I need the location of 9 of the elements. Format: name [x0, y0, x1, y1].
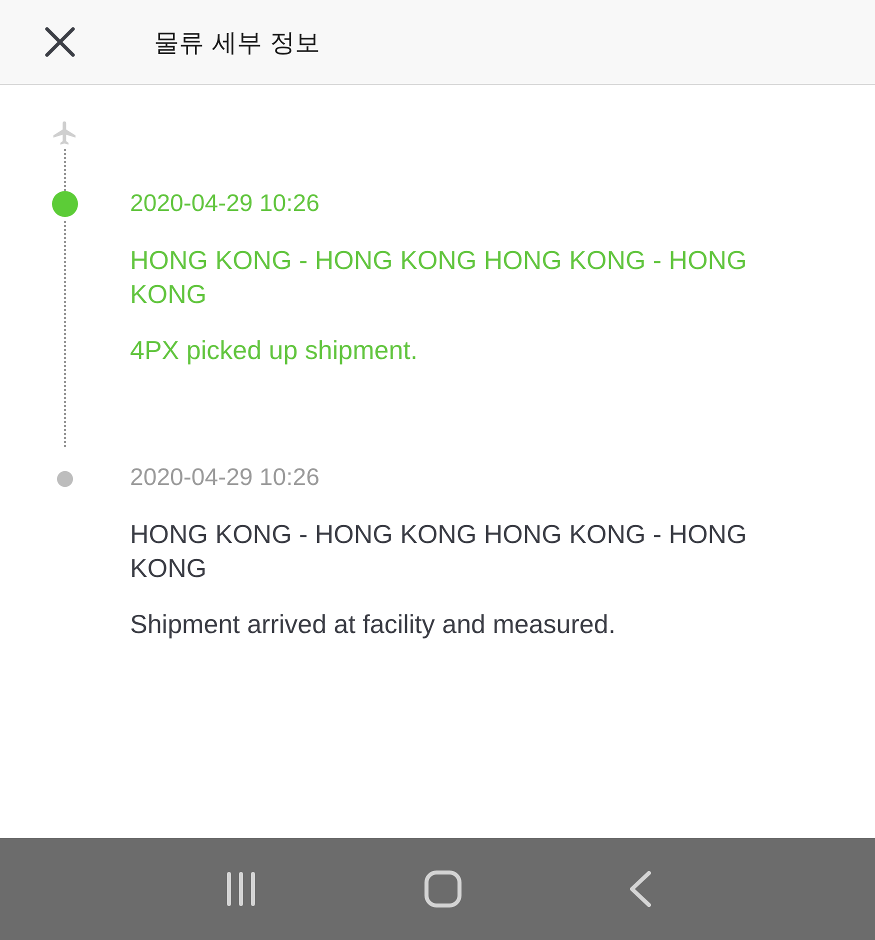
close-icon: [44, 26, 76, 58]
event-date: 2020-04-29 10:26: [130, 189, 320, 219]
home-icon[interactable]: [424, 870, 462, 908]
event-date: 2020-04-29 10:26: [130, 463, 320, 493]
event-location: HONG KONG - HONG KONG HONG KONG - HONG KONG: [130, 244, 748, 311]
event-message: Shipment arrived at facility and measured.: [130, 608, 617, 641]
event-message: 4PX picked up shipment.: [130, 334, 419, 367]
event-location: HONG KONG - HONG KONG HONG KONG - HONG KONG: [130, 518, 748, 585]
page-title: 물류 세부 정보: [154, 26, 320, 58]
